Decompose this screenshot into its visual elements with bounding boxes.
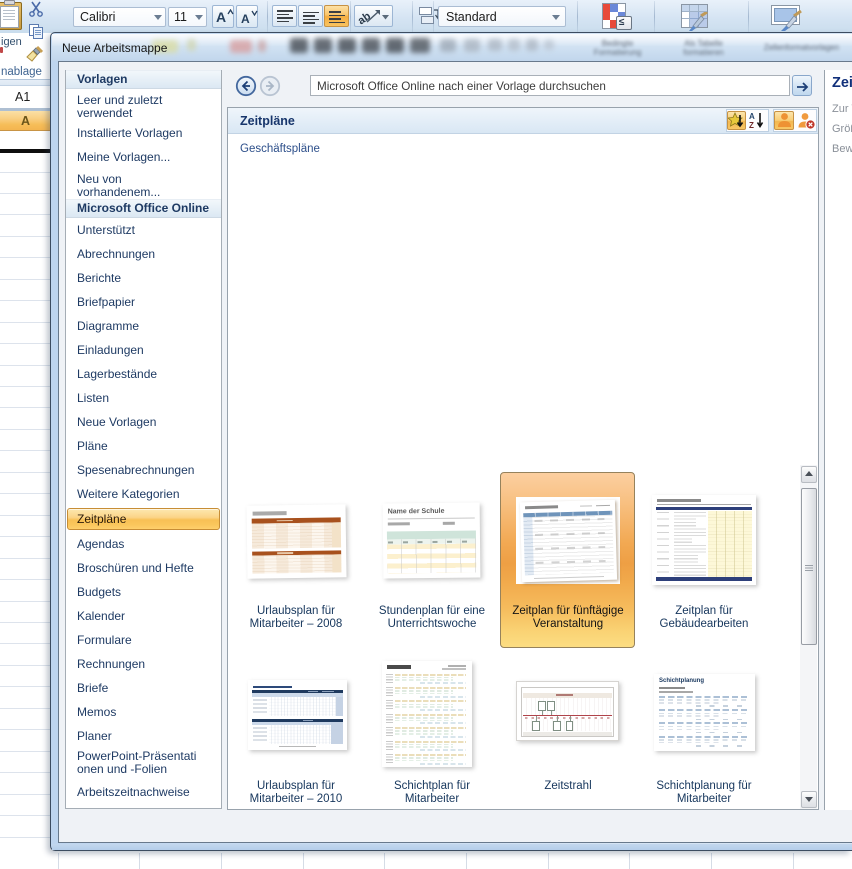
svg-text:A: A xyxy=(749,112,755,121)
svg-text:Z: Z xyxy=(749,121,754,130)
